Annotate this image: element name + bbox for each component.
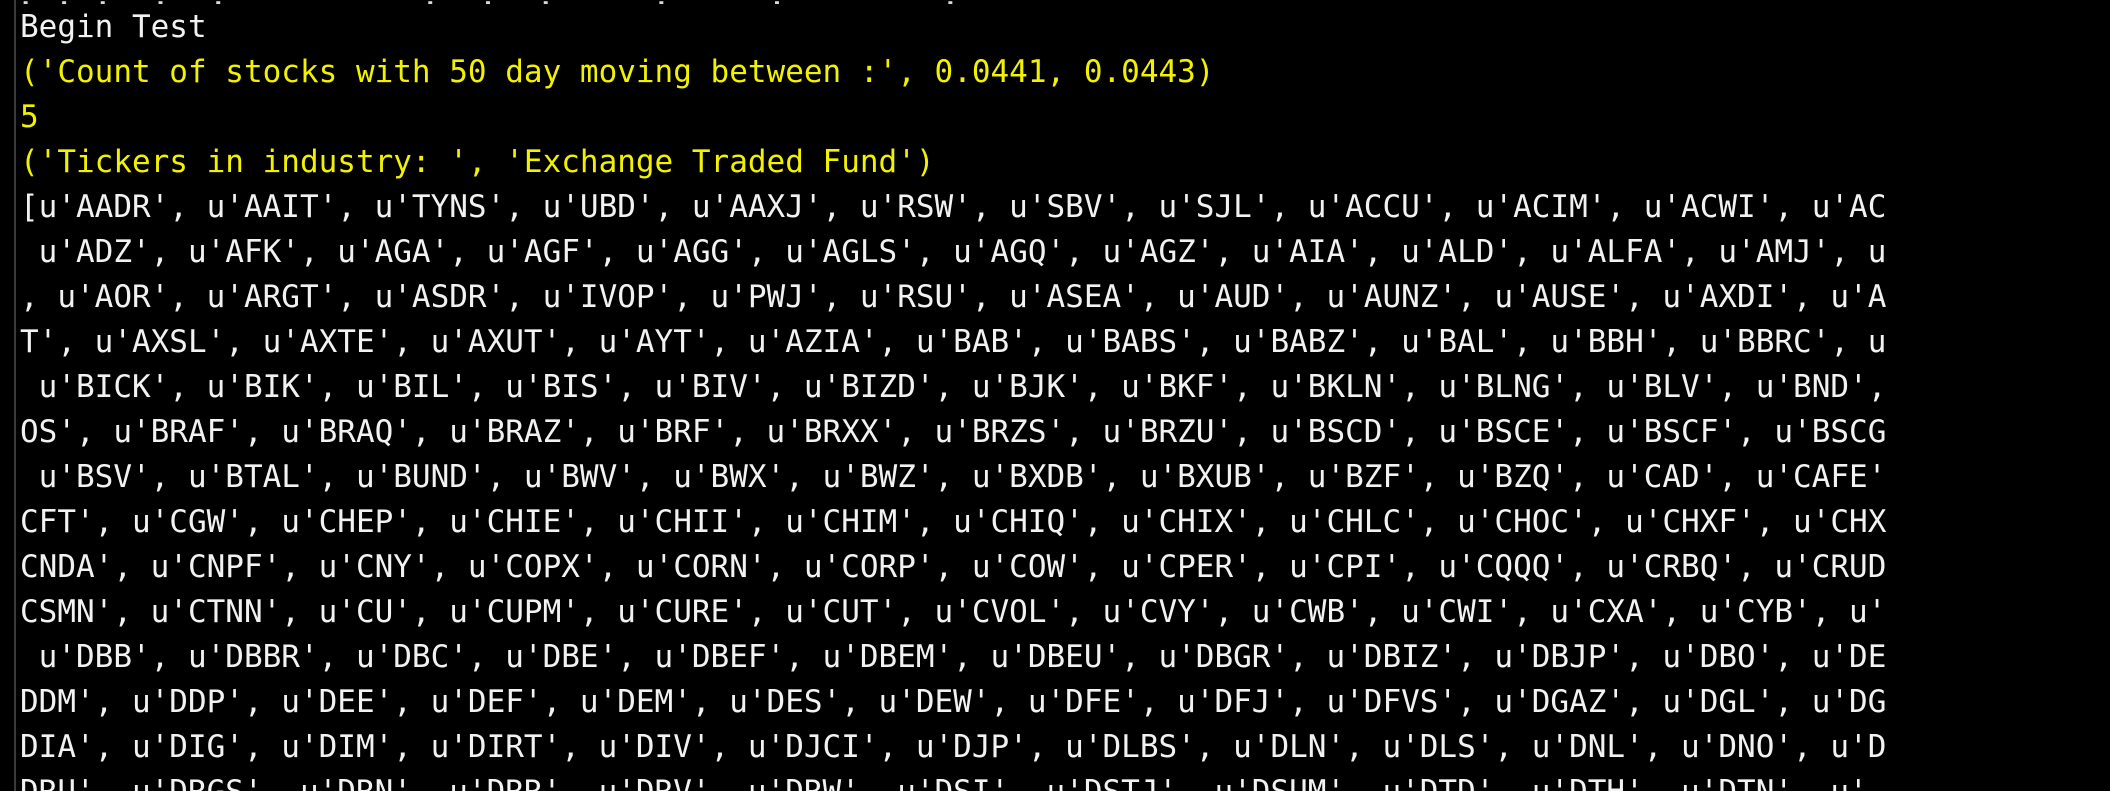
terminal-output[interactable]: Begin Test ('Count of stocks with 50 day …: [20, 5, 2110, 791]
terminal-line: DDM', u'DDP', u'DEE', u'DEF', u'DEM', u'…: [20, 684, 1887, 720]
terminal-line: Begin Test: [20, 9, 207, 45]
terminal-line: [u'AADR', u'AAIT', u'TYNS', u'UBD', u'AA…: [20, 189, 1887, 225]
terminal-line: ('Tickers in industry: ', 'Exchange Trad…: [20, 144, 935, 180]
terminal-line: T', u'AXSL', u'AXTE', u'AXUT', u'AYT', u…: [20, 324, 1887, 360]
terminal-window[interactable]: . . . . . . . . . . . Begin Test ('Count …: [0, 0, 2110, 791]
terminal-line: u'DBB', u'DBBR', u'DBC', u'DBE', u'DBEF'…: [20, 639, 1887, 675]
clipped-top-text: . . . . . . . . . . .: [16, 0, 960, 4]
terminal-line: DRU', u'DRGS', u'DRN', u'DRR', u'DRV', u…: [20, 770, 2110, 791]
terminal-line: CFT', u'CGW', u'CHEP', u'CHIE', u'CHII',…: [20, 504, 1887, 540]
terminal-line: 5: [20, 99, 39, 135]
terminal-line: , u'AOR', u'ARGT', u'ASDR', u'IVOP', u'P…: [20, 279, 1887, 315]
scrollbar[interactable]: [2102, 0, 2110, 791]
window-left-border: [0, 0, 16, 791]
terminal-line: u'ADZ', u'AFK', u'AGA', u'AGF', u'AGG', …: [20, 234, 1887, 270]
terminal-line: ('Count of stocks with 50 day moving bet…: [20, 54, 1215, 90]
terminal-line: u'BICK', u'BIK', u'BIL', u'BIS', u'BIV',…: [20, 369, 1887, 405]
terminal-line: CNDA', u'CNPF', u'CNY', u'COPX', u'CORN'…: [20, 549, 1887, 585]
terminal-line: DIA', u'DIG', u'DIM', u'DIRT', u'DIV', u…: [20, 729, 1887, 765]
terminal-line: OS', u'BRAF', u'BRAQ', u'BRAZ', u'BRF', …: [20, 414, 1887, 450]
terminal-line: CSMN', u'CTNN', u'CU', u'CUPM', u'CURE',…: [20, 594, 1887, 630]
clipped-top-line: . . . . . . . . . . .: [16, 0, 2110, 4]
terminal-line: u'BSV', u'BTAL', u'BUND', u'BWV', u'BWX'…: [20, 459, 1887, 495]
edge-mark: [2, 470, 6, 486]
